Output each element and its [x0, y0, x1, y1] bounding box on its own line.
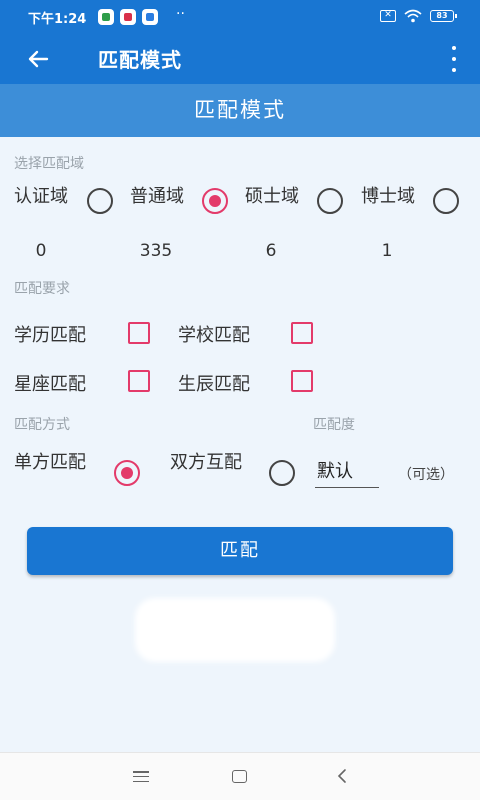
message-app-icon: [142, 9, 158, 25]
no-sim-icon: ✕: [380, 10, 396, 22]
domain-count-doctor: 1: [381, 241, 393, 261]
domain-count-certified: 0: [35, 241, 47, 261]
match-button[interactable]: 匹配: [27, 527, 453, 575]
domain-radio-certified[interactable]: [87, 188, 113, 214]
app-bar: 匹配模式: [0, 34, 480, 84]
wifi-icon: [404, 9, 422, 23]
overflow-menu-icon[interactable]: [450, 46, 458, 72]
domain-radio-normal[interactable]: [202, 188, 228, 214]
requirement-education-checkbox[interactable]: [128, 322, 150, 344]
battery-icon: 83: [430, 10, 457, 22]
requirement-school-checkbox[interactable]: [291, 322, 313, 344]
status-time: 下午1:24: [28, 12, 87, 27]
degree-section-label: 匹配度: [313, 417, 355, 433]
method-section-label: 匹配方式: [14, 417, 70, 433]
method-mutual-label: 双方互配: [170, 452, 242, 473]
requirement-birth-checkbox[interactable]: [291, 370, 313, 392]
domain-radio-doctor[interactable]: [433, 188, 459, 214]
method-mutual-radio[interactable]: [269, 460, 295, 486]
nav-back-icon[interactable]: [335, 767, 349, 785]
home-icon[interactable]: [232, 770, 247, 783]
method-one-way-label: 单方匹配: [14, 452, 86, 473]
recent-apps-icon[interactable]: [133, 771, 149, 782]
requirement-zodiac-label: 星座匹配: [14, 374, 86, 395]
redacted-area: [135, 598, 335, 662]
match-degree-input[interactable]: 默认: [315, 458, 379, 488]
domain-option-master-label: 硕士域: [245, 186, 299, 207]
requirement-education-label: 学历匹配: [14, 325, 86, 346]
requirement-school-label: 学校匹配: [178, 325, 250, 346]
domain-option-certified-label: 认证域: [14, 186, 68, 207]
back-arrow-icon[interactable]: [22, 43, 54, 75]
app-title: 匹配模式: [98, 48, 182, 72]
status-app-icons: [98, 9, 158, 25]
method-one-way-radio[interactable]: [114, 460, 140, 486]
domain-count-master: 6: [265, 241, 277, 261]
status-bar: 下午1:24 ·· ✕ 83: [0, 0, 480, 34]
requirements-section-label: 匹配要求: [14, 281, 70, 297]
domain-count-normal: 335: [139, 241, 173, 261]
system-nav-bar: [0, 752, 480, 800]
domain-section-label: 选择匹配域: [14, 156, 84, 172]
domain-option-doctor-label: 博士域: [361, 186, 415, 207]
page-header: 匹配模式: [0, 84, 480, 137]
app-notification-icon: [98, 9, 114, 25]
status-more-indicator: ··: [176, 6, 185, 22]
domain-radio-master[interactable]: [317, 188, 343, 214]
video-app-icon: [120, 9, 136, 25]
optional-note: （可选）: [398, 467, 454, 483]
requirement-birth-label: 生辰匹配: [178, 374, 250, 395]
requirement-zodiac-checkbox[interactable]: [128, 370, 150, 392]
status-indicators: ✕ 83: [380, 9, 457, 23]
domain-option-normal-label: 普通域: [130, 186, 184, 207]
